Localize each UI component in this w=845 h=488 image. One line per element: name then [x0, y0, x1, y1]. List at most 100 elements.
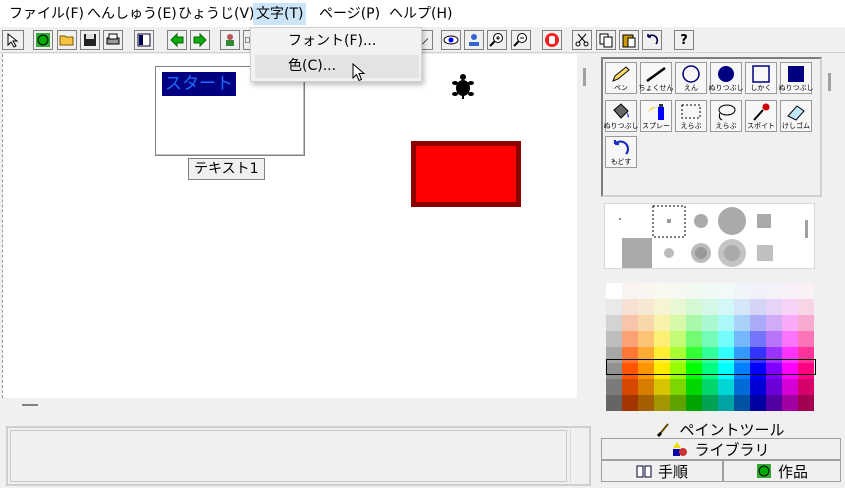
zoom-in-button[interactable] [487, 30, 507, 50]
color-swatch[interactable] [734, 395, 750, 411]
menu-page[interactable]: ページ(P) [316, 3, 383, 25]
color-swatch[interactable] [686, 379, 702, 395]
color-swatch[interactable] [798, 315, 814, 331]
color-swatch[interactable] [782, 395, 798, 411]
next-page-button[interactable] [190, 30, 210, 50]
color-palette[interactable] [604, 283, 817, 411]
color-swatch[interactable] [766, 299, 782, 315]
color-swatch[interactable] [734, 283, 750, 299]
color-swatch[interactable] [782, 379, 798, 395]
color-swatch[interactable] [638, 363, 654, 379]
color-swatch[interactable] [766, 347, 782, 363]
color-swatch[interactable] [686, 395, 702, 411]
menu-edit[interactable]: へんしゅう(E) [84, 3, 180, 25]
color-swatch[interactable] [750, 331, 766, 347]
color-swatch[interactable] [734, 347, 750, 363]
tool-filled-square[interactable]: ぬりつぶし [778, 62, 814, 94]
color-swatch[interactable] [670, 347, 686, 363]
color-swatch[interactable] [606, 347, 622, 363]
color-swatch[interactable] [734, 363, 750, 379]
tab-steps[interactable]: 手順 [601, 460, 723, 482]
color-swatch[interactable] [798, 379, 814, 395]
tool-undo[interactable]: もどす [605, 136, 637, 168]
color-swatch[interactable] [734, 315, 750, 331]
color-swatch[interactable] [638, 315, 654, 331]
tool-circle[interactable]: えん [675, 62, 707, 94]
menu-file[interactable]: ファイル(F) [6, 3, 87, 25]
color-swatch[interactable] [654, 395, 670, 411]
color-swatch[interactable] [750, 315, 766, 331]
tool-line[interactable]: ちょくせん [639, 62, 674, 94]
color-swatch[interactable] [734, 331, 750, 347]
color-swatch[interactable] [670, 395, 686, 411]
color-swatch[interactable] [622, 315, 638, 331]
color-swatch[interactable] [670, 331, 686, 347]
message-scrollbar[interactable] [570, 430, 588, 482]
color-swatch[interactable] [686, 363, 702, 379]
color-swatch[interactable] [718, 363, 734, 379]
color-swatch[interactable] [638, 331, 654, 347]
color-swatch[interactable] [766, 315, 782, 331]
red-rectangle[interactable] [411, 141, 521, 207]
help-button[interactable]: ? [674, 30, 694, 50]
color-swatch[interactable] [654, 379, 670, 395]
tools-scrollbar[interactable] [828, 73, 831, 91]
color-swatch[interactable] [654, 363, 670, 379]
canvas-vertical-scrollbar[interactable] [583, 68, 586, 86]
menu-help[interactable]: ヘルプ(H) [386, 3, 455, 25]
color-swatch[interactable] [638, 299, 654, 315]
color-swatch[interactable] [798, 283, 814, 299]
color-swatch[interactable] [686, 331, 702, 347]
color-swatch[interactable] [798, 299, 814, 315]
color-swatch[interactable] [718, 299, 734, 315]
color-swatch[interactable] [702, 315, 718, 331]
color-swatch[interactable] [654, 347, 670, 363]
copy-button[interactable] [596, 30, 616, 50]
color-swatch[interactable] [718, 379, 734, 395]
color-swatch[interactable] [766, 363, 782, 379]
color-swatch[interactable] [622, 347, 638, 363]
brush-sizes[interactable] [605, 204, 816, 270]
color-swatch[interactable] [686, 299, 702, 315]
tool-eraser[interactable]: けしゴム [780, 100, 812, 132]
color-swatch[interactable] [702, 299, 718, 315]
menu-item-font[interactable]: フォント(F)... [255, 30, 419, 53]
color-swatch[interactable] [670, 283, 686, 299]
color-swatch[interactable] [766, 395, 782, 411]
color-swatch[interactable] [798, 347, 814, 363]
menu-text[interactable]: 文字(T) [253, 3, 307, 25]
color-swatch[interactable] [718, 283, 734, 299]
tab-works[interactable]: 作品 [723, 460, 841, 482]
color-swatch[interactable] [718, 315, 734, 331]
menu-item-color[interactable]: 色(C)... [255, 55, 419, 78]
undo-toolbar-button[interactable] [642, 30, 662, 50]
color-swatch[interactable] [686, 347, 702, 363]
color-swatch[interactable] [606, 395, 622, 411]
color-swatch[interactable] [782, 315, 798, 331]
view-button[interactable] [441, 30, 461, 50]
color-swatch[interactable] [606, 299, 622, 315]
color-swatch[interactable] [606, 363, 622, 379]
color-swatch[interactable] [750, 379, 766, 395]
tool-pen[interactable]: ペン [605, 62, 637, 94]
menu-view[interactable]: ひょうじ(V) [175, 3, 258, 25]
tool-lasso[interactable]: えらぶ [710, 100, 742, 132]
color-swatch[interactable] [702, 395, 718, 411]
color-swatch[interactable] [670, 363, 686, 379]
color-swatch[interactable] [702, 363, 718, 379]
color-swatch[interactable] [638, 283, 654, 299]
color-swatch[interactable] [718, 331, 734, 347]
color-swatch[interactable] [734, 379, 750, 395]
color-swatch[interactable] [654, 315, 670, 331]
color-swatch[interactable] [670, 379, 686, 395]
color-swatch[interactable] [766, 379, 782, 395]
color-swatch[interactable] [798, 331, 814, 347]
color-swatch[interactable] [702, 347, 718, 363]
color-swatch[interactable] [622, 299, 638, 315]
color-swatch[interactable] [734, 299, 750, 315]
color-swatch[interactable] [606, 379, 622, 395]
print-button[interactable] [103, 30, 123, 50]
color-swatch[interactable] [654, 299, 670, 315]
brush-scrollbar[interactable] [805, 220, 808, 238]
text-object-label[interactable]: テキスト1 [188, 158, 265, 180]
